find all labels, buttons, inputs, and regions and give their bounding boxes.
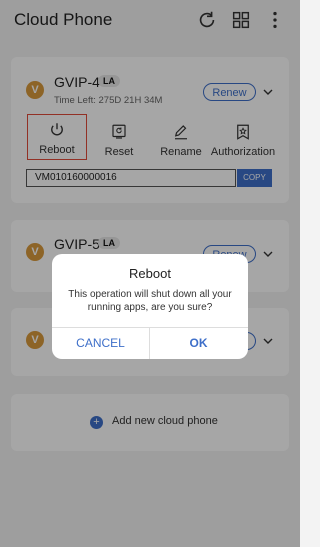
reboot-dialog: Reboot This operation will shut down all…	[52, 254, 248, 359]
dialog-title: Reboot	[129, 266, 171, 281]
ok-button[interactable]: OK	[150, 328, 247, 359]
dialog-message: This operation will shut down all your r…	[68, 289, 232, 313]
cancel-button[interactable]: CANCEL	[52, 328, 149, 359]
